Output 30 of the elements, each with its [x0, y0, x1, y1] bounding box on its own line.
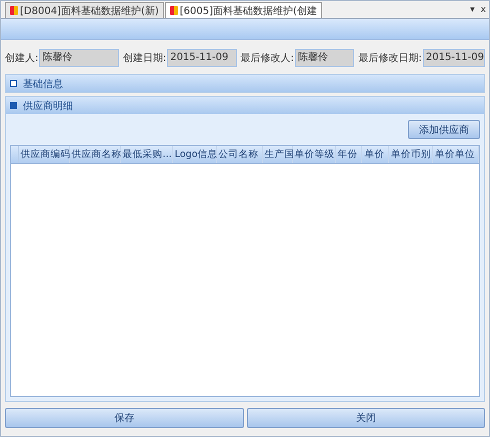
column-header[interactable]: 公司名称: [216, 146, 263, 163]
menu-button[interactable]: ▾: [467, 4, 478, 14]
column-header[interactable]: 供应商编码: [18, 146, 70, 163]
close-button[interactable]: x: [478, 4, 489, 14]
column-header[interactable]: 最低采购...: [120, 146, 173, 163]
field-label: 创建人:: [5, 52, 38, 65]
add-supplier-button[interactable]: 添加供应商: [408, 120, 480, 139]
column-header[interactable]: Logo信息: [172, 146, 217, 163]
column-header[interactable]: 单价单位: [433, 146, 480, 163]
column-header[interactable]: 供应商名称: [70, 146, 121, 163]
field-label: 最后修改人:: [240, 52, 294, 65]
field-label: 创建日期:: [122, 52, 166, 65]
input-field[interactable]: 陈馨伶: [39, 49, 119, 67]
section-header[interactable]: 基础信息: [6, 75, 484, 92]
column-header[interactable]: 单价等级: [292, 146, 336, 163]
tab[interactable]: [D8004]面料基础数据维护(新): [5, 2, 164, 18]
column-header[interactable]: 单价: [362, 146, 390, 163]
column-header[interactable]: 单价币别: [389, 146, 434, 163]
field-label: 最后修改日期:: [358, 52, 422, 65]
collapse-icon: [10, 80, 17, 87]
input-field[interactable]: 陈馨伶: [295, 49, 354, 67]
section-header[interactable]: 供应商明细: [6, 97, 484, 114]
footer-button[interactable]: 保存: [5, 408, 244, 428]
input-field[interactable]: 2015-11-09: [422, 49, 485, 67]
collapse-icon: [10, 102, 17, 109]
column-header[interactable]: 生产国: [262, 146, 293, 163]
column-header[interactable]: 年份: [336, 146, 362, 163]
tab[interactable]: [6005]面料基础数据维护(创建: [164, 2, 322, 18]
input-field[interactable]: 2015-11-09: [167, 49, 237, 67]
footer-button[interactable]: 关闭: [246, 408, 485, 428]
